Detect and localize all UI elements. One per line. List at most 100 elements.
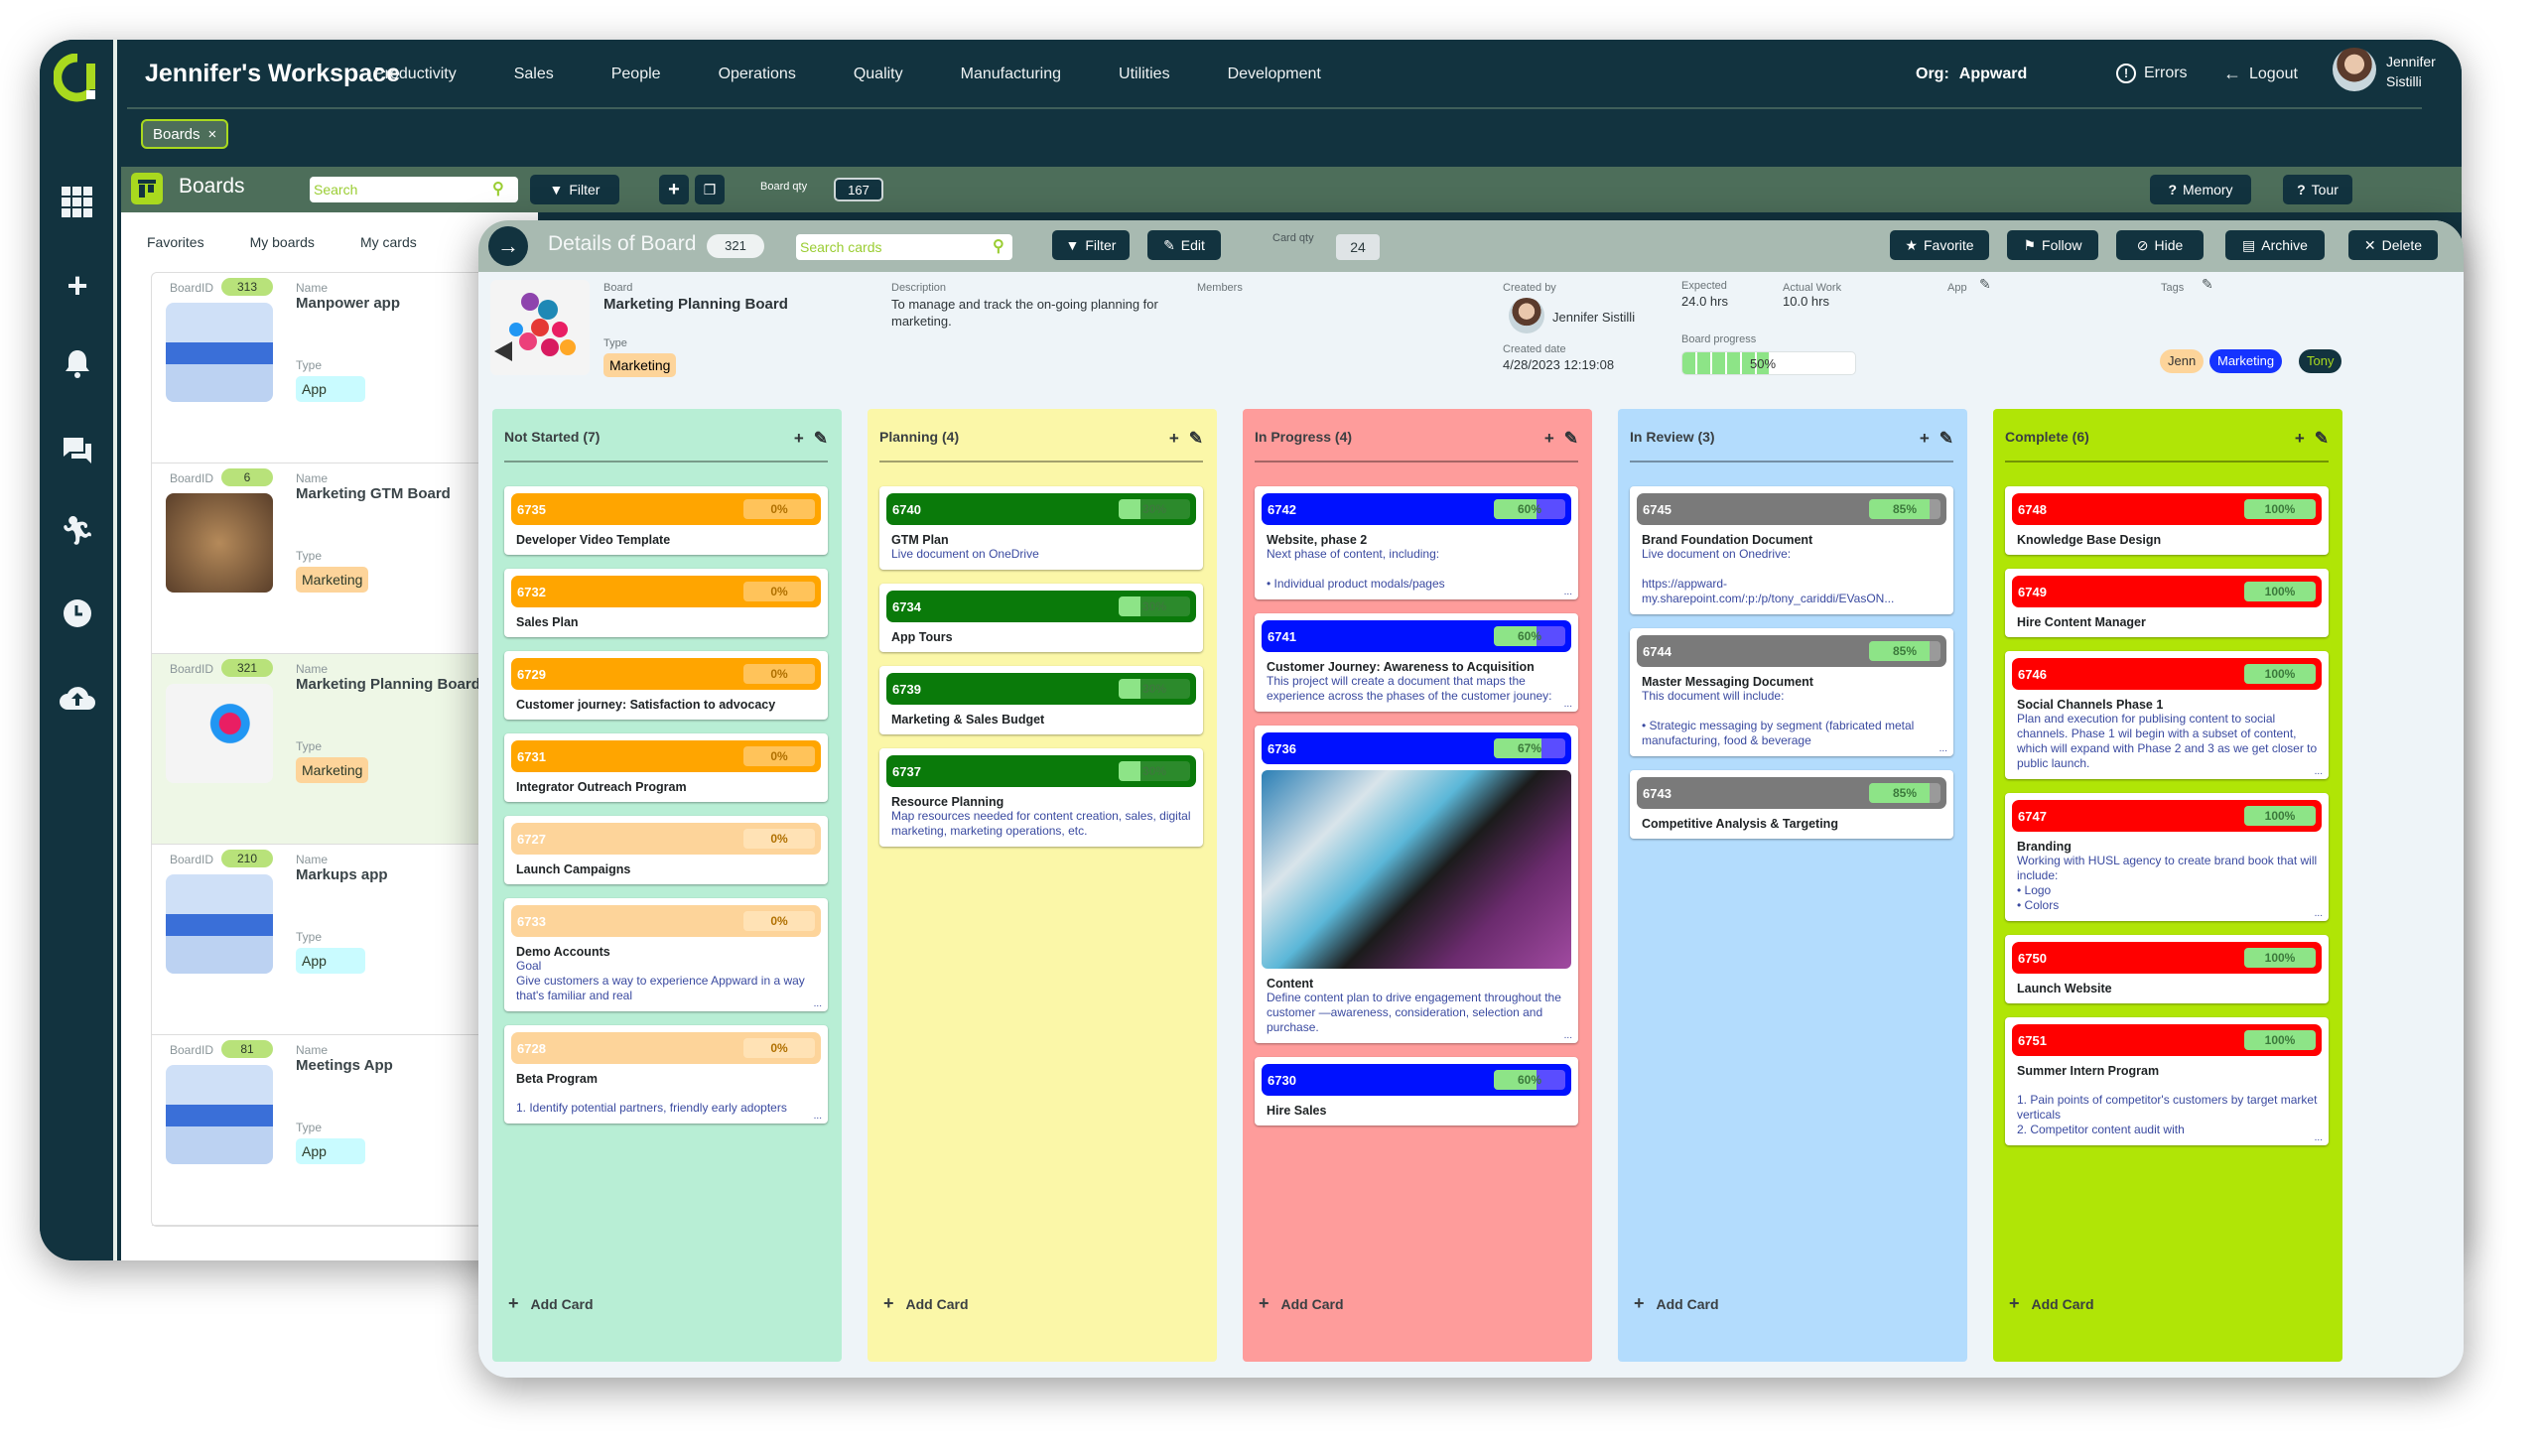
add-card-button[interactable]: + Add Card [1259, 1293, 1344, 1314]
add-card-button[interactable]: + Add Card [883, 1293, 969, 1314]
card-title: Customer journey: Satisfaction to advoca… [516, 698, 776, 712]
task-card[interactable]: 6748 100% Knowledge Base Design [2005, 486, 2329, 555]
nav-sales[interactable]: Sales [514, 66, 554, 83]
add-card-button[interactable]: + Add Card [2009, 1293, 2094, 1314]
task-card[interactable]: 6739 30% Marketing & Sales Budget [879, 666, 1203, 734]
back-arrow-button[interactable]: → [488, 226, 528, 266]
card-more-ellipsis[interactable]: ... [2315, 766, 2323, 777]
edit-board-button[interactable]: ✎ Edit [1147, 230, 1221, 260]
open-tab-boards[interactable]: Boards × [141, 119, 229, 149]
tag-chip[interactable]: Marketing [2209, 349, 2283, 373]
task-card[interactable]: 6735 0% Developer Video Template [504, 486, 828, 555]
delete-button[interactable]: ✕ Delete [2348, 230, 2438, 260]
edit-column-pencil-icon[interactable]: ✎ [1564, 429, 1578, 449]
task-card[interactable]: 6749 100% Hire Content Manager [2005, 569, 2329, 637]
edit-column-pencil-icon[interactable]: ✎ [2315, 429, 2329, 449]
archive-button[interactable]: ▤ Archive [2225, 230, 2325, 260]
card-more-ellipsis[interactable]: ... [1564, 699, 1572, 710]
task-card[interactable]: 6741 60% Customer Journey: Awareness to … [1255, 613, 1578, 712]
edit-tags-pencil-icon[interactable]: ✎ [2202, 276, 2213, 293]
nav-operations[interactable]: Operations [719, 66, 796, 83]
nav-development[interactable]: Development [1228, 66, 1321, 83]
user-avatar[interactable] [2333, 48, 2376, 91]
edit-column-pencil-icon[interactable]: ✎ [1939, 429, 1953, 449]
add-card-plus-icon[interactable]: + [1169, 429, 1179, 449]
plus-icon[interactable]: + [56, 264, 99, 308]
tab-my-cards[interactable]: My cards [360, 234, 417, 250]
card-more-ellipsis[interactable]: ... [1939, 743, 1947, 754]
task-card[interactable]: 6731 0% Integrator Outreach Program [504, 733, 828, 802]
add-card-plus-icon[interactable]: + [794, 429, 804, 449]
edit-column-pencil-icon[interactable]: ✎ [814, 429, 828, 449]
memory-button[interactable]: ? Memory [2150, 175, 2251, 204]
edit-column-pencil-icon[interactable]: ✎ [1189, 429, 1203, 449]
nav-quality[interactable]: Quality [854, 66, 903, 83]
tab-my-boards[interactable]: My boards [250, 234, 315, 250]
card-more-ellipsis[interactable]: ... [2315, 908, 2323, 919]
copy-board-button[interactable]: ❐ [695, 175, 725, 204]
close-icon[interactable]: × [208, 126, 217, 143]
user-name[interactable]: Jennifer Sistilli [2386, 52, 2436, 91]
edit-app-pencil-icon[interactable]: ✎ [1979, 276, 1991, 293]
clock-icon[interactable] [56, 592, 99, 635]
task-card[interactable]: 6734 30% App Tours [879, 584, 1203, 652]
cards-filter-button[interactable]: ▼ Filter [1052, 230, 1130, 260]
errors-link[interactable]: ! Errors [2116, 64, 2188, 83]
chat-icon[interactable] [56, 429, 99, 472]
task-card[interactable]: 6736 67% Content Define content plan to … [1255, 726, 1578, 1043]
task-card[interactable]: 6727 0% Launch Campaigns [504, 816, 828, 884]
task-card[interactable]: 6745 85% Brand Foundation Document Live … [1630, 486, 1953, 614]
running-icon[interactable]: 🏃︎ [56, 508, 99, 552]
task-card[interactable]: 6737 30% Resource Planning Map resources… [879, 748, 1203, 847]
hide-button[interactable]: ⊘ Hide [2116, 230, 2204, 260]
card-more-ellipsis[interactable]: ... [814, 1111, 822, 1122]
board-type-chip: Marketing [296, 757, 369, 783]
add-card-plus-icon[interactable]: + [2295, 429, 2305, 449]
task-card[interactable]: 6751 100% Summer Intern Program 1. Pain … [2005, 1017, 2329, 1145]
task-card[interactable]: 6732 0% Sales Plan [504, 569, 828, 637]
card-more-ellipsis[interactable]: ... [1564, 1030, 1572, 1041]
tag-chip[interactable]: Jenn [2160, 349, 2205, 373]
card-more-ellipsis[interactable]: ... [2315, 1132, 2323, 1143]
task-card[interactable]: 6750 100% Launch Website [2005, 935, 2329, 1003]
task-card[interactable]: 6744 85% Master Messaging Document This … [1630, 628, 1953, 756]
card-more-ellipsis[interactable]: ... [1564, 587, 1572, 597]
search-icon[interactable]: ⚲ [993, 236, 1004, 256]
task-card[interactable]: 6742 60% Website, phase 2 Next phase of … [1255, 486, 1578, 599]
task-card[interactable]: 6730 60% Hire Sales [1255, 1057, 1578, 1125]
task-card[interactable]: 6733 0% Demo Accounts Goal Give customer… [504, 898, 828, 1011]
nav-utilities[interactable]: Utilities [1119, 66, 1170, 83]
card-more-ellipsis[interactable]: ... [814, 998, 822, 1009]
add-card-plus-icon[interactable]: + [1920, 429, 1930, 449]
add-board-button[interactable]: + [659, 175, 689, 204]
task-card[interactable]: 6743 85% Competitive Analysis & Targetin… [1630, 770, 1953, 839]
search-icon[interactable]: ⚲ [492, 179, 504, 199]
task-card[interactable]: 6729 0% Customer journey: Satisfaction t… [504, 651, 828, 720]
boards-filter-button[interactable]: ▼ Filter [530, 175, 619, 204]
add-card-plus-icon[interactable]: + [1544, 429, 1554, 449]
column-title: Complete (6) [2005, 429, 2089, 445]
nav-manufacturing[interactable]: Manufacturing [961, 66, 1061, 83]
filter-label: Filter [569, 182, 601, 198]
tab-favorites[interactable]: Favorites [147, 234, 204, 250]
logout-link[interactable]: ← Logout [2223, 64, 2298, 84]
follow-button[interactable]: ⚑ Follow [2007, 230, 2098, 260]
task-card[interactable]: 6740 30% GTM Plan Live document on OneDr… [879, 486, 1203, 570]
board-name-label: Name [296, 471, 329, 485]
search-cards-input[interactable] [796, 234, 1012, 260]
bell-icon[interactable] [56, 341, 99, 385]
boards-search-input[interactable] [310, 177, 518, 202]
task-card[interactable]: 6747 100% Branding Working with HUSL age… [2005, 793, 2329, 921]
apps-grid-icon[interactable] [56, 181, 99, 224]
add-card-button[interactable]: + Add Card [1634, 1293, 1719, 1314]
nav-people[interactable]: People [611, 66, 661, 83]
nav-productivity[interactable]: Productivity [374, 66, 457, 83]
cloud-upload-icon[interactable] [56, 675, 99, 719]
task-card[interactable]: 6728 0% Beta Program 1. Identify potenti… [504, 1025, 828, 1124]
task-card[interactable]: 6746 100% Social Channels Phase 1 Plan a… [2005, 651, 2329, 779]
add-card-button[interactable]: + Add Card [508, 1293, 594, 1314]
favorite-button[interactable]: ★ Favorite [1890, 230, 1989, 260]
tour-button[interactable]: ? Tour [2283, 175, 2352, 204]
card-header-bar: 6743 85% [1637, 777, 1946, 809]
tag-chip[interactable]: Tony [2299, 349, 2342, 373]
